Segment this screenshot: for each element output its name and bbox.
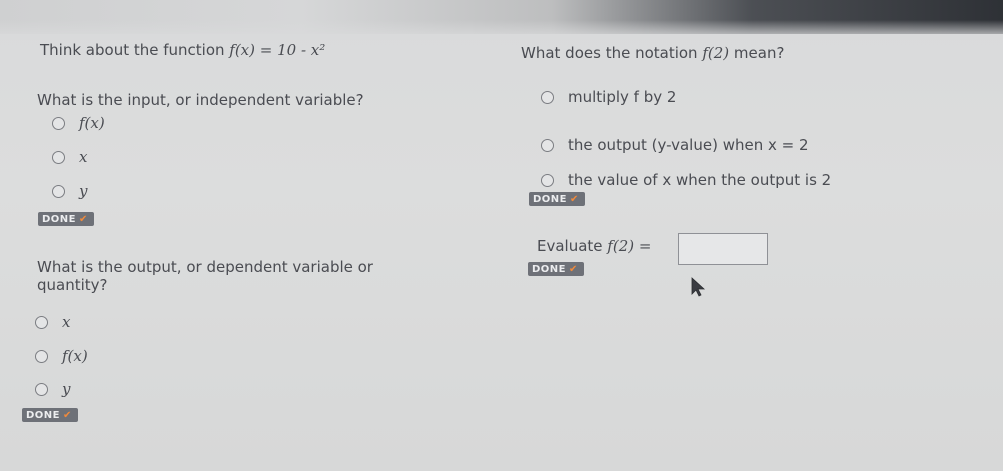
q1-question: What is the input, or independent variab…: [37, 91, 364, 109]
radio-icon[interactable]: [52, 184, 65, 198]
answer-input[interactable]: [678, 233, 768, 265]
q3-option-label: multiply f by 2: [568, 88, 677, 106]
done-label: DONE: [42, 213, 77, 225]
q1-option-y[interactable]: y: [52, 182, 87, 200]
radio-icon[interactable]: [35, 382, 48, 396]
done-label: DONE: [26, 409, 61, 421]
q4-func: f(2) =: [607, 237, 652, 255]
q1-option-label: f(x): [79, 114, 105, 132]
q3-option-output[interactable]: the output (y-value) when x = 2: [541, 136, 809, 154]
radio-icon[interactable]: [35, 315, 48, 329]
q2-question-line1: What is the output, or dependent variabl…: [37, 258, 373, 276]
q3-func: f(2): [702, 44, 730, 62]
q2-option-y[interactable]: y: [35, 380, 70, 398]
q3-done-button[interactable]: DONE ✔: [529, 192, 585, 206]
check-icon: ✔: [570, 193, 579, 205]
done-label: DONE: [532, 263, 567, 275]
radio-icon[interactable]: [541, 90, 554, 104]
q4-done-button[interactable]: DONE ✔: [528, 262, 584, 276]
q2-question-line2: quantity?: [37, 276, 108, 294]
check-icon: ✔: [79, 213, 88, 225]
check-icon: ✔: [569, 263, 578, 275]
top-fade: [0, 20, 1003, 40]
q1-option-label: x: [79, 148, 88, 166]
done-label: DONE: [533, 193, 568, 205]
radio-icon[interactable]: [35, 349, 48, 363]
q1-option-label: y: [79, 182, 88, 200]
q2-done-button[interactable]: DONE ✔: [22, 408, 78, 422]
q3-option-multiply[interactable]: multiply f by 2: [541, 88, 676, 106]
q4-prefix: Evaluate: [537, 237, 608, 255]
q4-evaluate: Evaluate f(2) =: [537, 237, 651, 255]
q2-option-label: f(x): [62, 347, 88, 365]
q1-option-x[interactable]: x: [52, 148, 87, 166]
q3-option-value-x[interactable]: the value of x when the output is 2: [541, 171, 831, 189]
check-icon: ✔: [63, 409, 72, 421]
intro-text: Think about the function f(x) = 10 - x²: [40, 41, 325, 59]
radio-icon[interactable]: [52, 150, 65, 164]
q1-done-button[interactable]: DONE ✔: [38, 212, 94, 226]
q2-option-label: x: [62, 313, 71, 331]
q2-option-label: y: [62, 380, 71, 398]
intro-prefix: Think about the function: [40, 41, 230, 59]
radio-icon[interactable]: [541, 138, 554, 152]
radio-icon[interactable]: [52, 116, 65, 130]
q3-option-label: the value of x when the output is 2: [568, 171, 832, 189]
q3-option-label: the output (y-value) when x = 2: [568, 136, 809, 154]
q3-prefix: What does the notation: [521, 44, 703, 62]
radio-icon[interactable]: [541, 173, 554, 187]
q2-option-x[interactable]: x: [35, 313, 70, 331]
q1-option-fx[interactable]: f(x): [52, 114, 105, 132]
q2-option-fx[interactable]: f(x): [35, 347, 88, 365]
q3-question: What does the notation f(2) mean?: [521, 44, 784, 62]
intro-function: f(x) = 10 - x²: [229, 41, 326, 59]
q3-suffix: mean?: [729, 44, 785, 62]
mouse-cursor-icon: [691, 277, 706, 297]
